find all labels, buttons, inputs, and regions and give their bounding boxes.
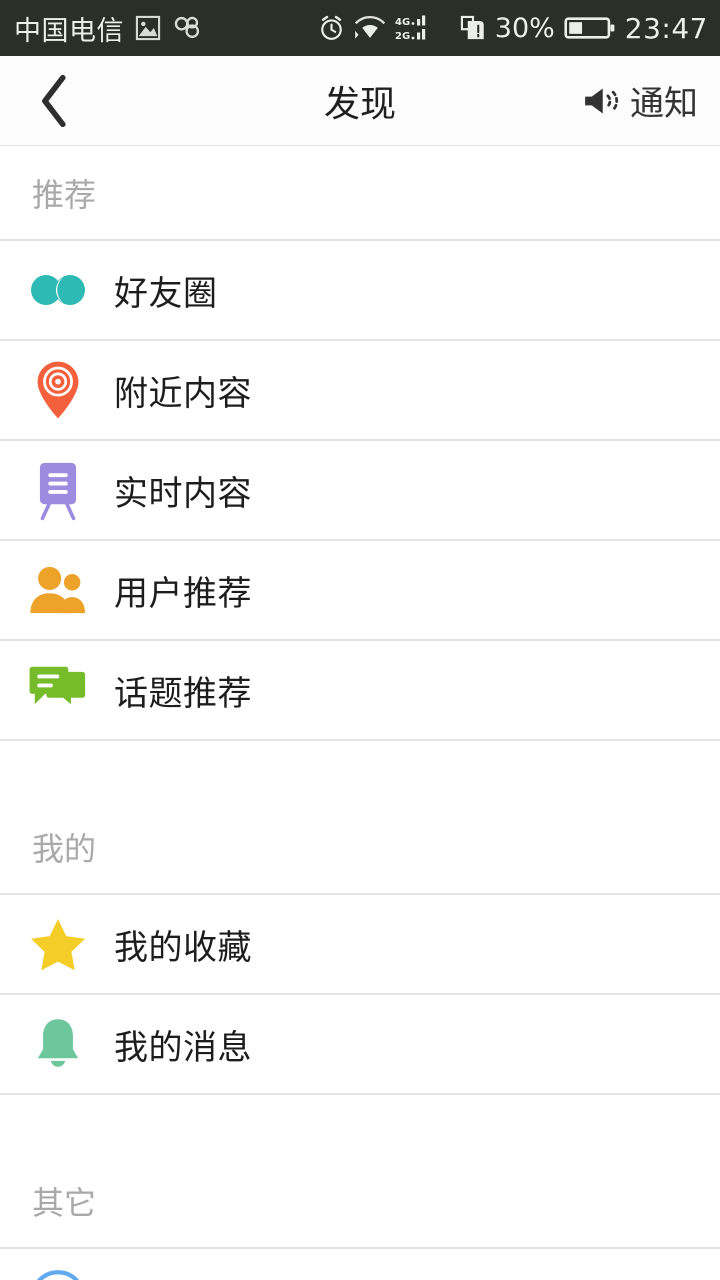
list-item-label: 用户推荐 [114,573,252,614]
back-button[interactable] [0,56,110,146]
friends-circle-icon [24,256,92,324]
list-item-personal-center[interactable]: 个人中心 [0,1249,720,1280]
list-item-friends-circle[interactable]: 好友圈 [0,241,720,339]
list-item-label: 好友圈 [114,273,218,314]
board-icon [24,456,92,524]
sim-alert-icon [460,15,484,40]
announce-speaker-icon [585,88,619,113]
link-icon [174,16,200,39]
section-gap [0,1095,720,1154]
nav-bar: 发现 通知 [0,56,720,146]
network-primary-label: 4G [395,17,410,28]
list-item-topic-recommend[interactable]: 话题推荐 [0,641,720,739]
list-item-label: 话题推荐 [114,673,252,714]
user-circle-icon [24,1264,92,1280]
battery-percent-label: 30% [494,12,555,44]
carrier-label: 中国电信 [14,15,124,47]
network-secondary-label: 2G [395,31,410,42]
status-bar-right: 4G 2G 30% 23:47 [318,12,708,45]
list-item-user-recommend[interactable]: 用户推荐 [0,541,720,639]
status-bar: 中国电信 4G 2G 30% 23:47 [0,0,720,56]
gallery-icon [135,15,161,41]
chat-bubbles-icon [24,656,92,724]
list-item-label: 实时内容 [114,473,252,514]
list-item-my-messages[interactable]: 我的消息 [0,995,720,1093]
app-screen: 中国电信 4G 2G 30% 23:47 发现 通知 推荐 好友圈 附近内容 实… [0,0,720,1280]
list-item-nearby-content[interactable]: 附近内容 [0,341,720,439]
clock-label: 23:47 [624,11,708,45]
location-pin-icon [24,356,92,424]
bell-icon [24,1010,92,1078]
battery-icon [564,17,615,39]
section-header-recommended: 推荐 [0,146,720,239]
section-header-mine: 我的 [0,800,720,893]
section-gap [0,741,720,800]
section-header-other: 其它 [0,1154,720,1247]
list-item-label: 个人中心 [114,1274,252,1280]
alarm-icon [320,15,342,40]
notifications-label: 通知 [630,84,698,124]
chevron-left-icon [42,74,66,127]
list-item-realtime-content[interactable]: 实时内容 [0,441,720,539]
users-icon [24,556,92,624]
list-item-label: 附近内容 [114,373,252,414]
signal-icon: 4G 2G [395,15,425,42]
status-bar-left: 中国电信 [14,9,204,48]
notifications-button[interactable]: 通知 [580,56,720,146]
star-icon [24,910,92,978]
content-list[interactable]: 推荐 好友圈 附近内容 实时内容 用户推荐 话题推荐 我的 我的收藏 我的消息 … [0,146,720,1280]
list-item-my-favorites[interactable]: 我的收藏 [0,895,720,993]
list-item-label: 我的收藏 [114,927,252,968]
list-item-label: 我的消息 [114,1027,252,1068]
wifi-icon [354,15,385,39]
